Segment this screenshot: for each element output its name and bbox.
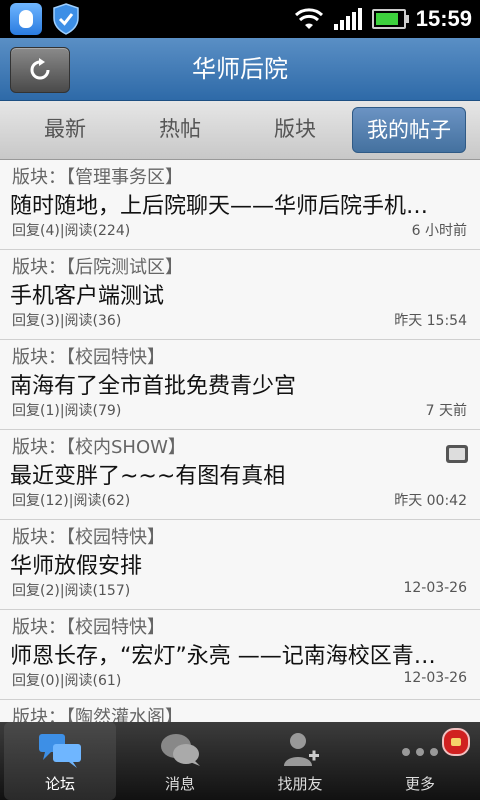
wifi-icon (294, 8, 323, 29)
post-stats: 回复(12)|阅读(62) (12, 493, 131, 509)
post-title: 师恩长存，“宏灯”永亮 ——记南海校区青… (10, 644, 436, 669)
nav-messages-label: 消息 (164, 775, 195, 793)
list-item[interactable]: 版块：【管理事务区】 随时随地，上后院聊天——华师后院手机… 回复(4)|阅读(… (0, 160, 480, 250)
nav-more[interactable]: 更多 (360, 722, 480, 800)
page-title: 华师后院 (192, 55, 288, 83)
post-time: 7 天前 (425, 403, 467, 419)
post-title: 最近变胖了~~~有图有真相 (10, 464, 286, 489)
post-list[interactable]: 版块：【管理事务区】 随时随地，上后院聊天——华师后院手机… 回复(4)|阅读(… (0, 160, 480, 722)
more-dots-icon (402, 748, 438, 756)
post-board: 版块：【陶然灌水阁】 (12, 707, 183, 722)
message-bubble-icon (161, 734, 200, 766)
post-board: 版块：【校园特快】 (12, 527, 165, 548)
tab-my-posts[interactable]: 我的帖子 (352, 107, 466, 153)
post-time: 6 小时前 (411, 223, 467, 239)
list-item[interactable]: 版块：【陶然灌水阁】 (0, 700, 480, 722)
post-title: 随时随地，上后院聊天——华师后院手机… (10, 194, 429, 219)
post-time: 12-03-26 (403, 580, 467, 596)
tab-boards[interactable]: 版块 (240, 107, 350, 151)
post-stats: 回复(2)|阅读(157) (12, 583, 131, 599)
post-board: 版块：【管理事务区】 (12, 167, 183, 188)
post-time: 昨天 15:54 (394, 313, 467, 329)
bottom-nav: 论坛 消息 找朋友 更多 (0, 722, 480, 800)
post-stats: 回复(1)|阅读(79) (12, 403, 122, 419)
find-friend-icon (284, 733, 319, 766)
nav-forum-label: 论坛 (44, 775, 75, 793)
post-board: 版块：【校园特快】 (12, 617, 165, 638)
list-item[interactable]: 版块：【校园特快】 华师放假安排 回复(2)|阅读(157) 12-03-26 (0, 520, 480, 610)
post-stats: 回复(3)|阅读(36) (12, 313, 122, 329)
list-item[interactable]: 版块：【后院测试区】 手机客户端测试 回复(3)|阅读(36) 昨天 15:54 (0, 250, 480, 340)
nav-more-label: 更多 (404, 775, 435, 793)
post-title: 手机客户端测试 (10, 284, 165, 309)
tab-latest[interactable]: 最新 (10, 107, 120, 151)
post-time: 12-03-26 (403, 670, 467, 686)
post-title: 华师放假安排 (10, 554, 143, 579)
qq-notification-icon (10, 3, 42, 35)
post-board: 版块：【校园特快】 (12, 347, 165, 368)
status-time: 15:59 (415, 6, 472, 31)
post-stats: 回复(0)|阅读(61) (12, 673, 122, 689)
post-time: 昨天 00:42 (394, 493, 467, 509)
post-board: 版块：【后院测试区】 (12, 257, 183, 278)
post-title: 南海有了全市首批免费青少宫 (10, 374, 297, 399)
nav-messages[interactable]: 消息 (120, 722, 240, 800)
title-bar: 华师后院 (0, 38, 480, 101)
list-item[interactable]: 版块：【校内SHOW】 最近变胖了~~~有图有真相 回复(12)|阅读(62) … (0, 430, 480, 520)
status-bar: 15:59 (0, 0, 480, 38)
tab-bar: 最新 热帖 版块 我的帖子 (0, 101, 480, 160)
security-shield-icon (53, 3, 79, 35)
tab-hot[interactable]: 热帖 (125, 107, 235, 151)
post-stats: 回复(4)|阅读(224) (12, 223, 131, 239)
battery-icon (371, 9, 409, 29)
list-item[interactable]: 版块：【校园特快】 南海有了全市首批免费青少宫 回复(1)|阅读(79) 7 天… (0, 340, 480, 430)
nav-forum[interactable]: 论坛 (4, 722, 116, 800)
nav-find-friends-label: 找朋友 (277, 775, 323, 793)
signal-strength-icon (333, 8, 362, 30)
list-item[interactable]: 版块：【校园特快】 师恩长存，“宏灯”永亮 ——记南海校区青… 回复(0)|阅读… (0, 610, 480, 700)
post-board: 版块：【校内SHOW】 (12, 437, 186, 458)
forum-chat-icon (39, 734, 81, 768)
notification-badge-icon (442, 728, 470, 756)
nav-find-friends[interactable]: 找朋友 (240, 722, 360, 800)
